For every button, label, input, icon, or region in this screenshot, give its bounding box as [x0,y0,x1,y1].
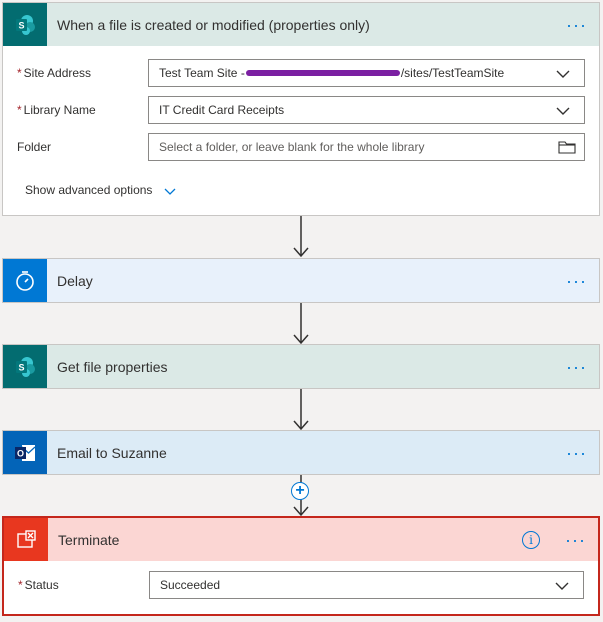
chevron-down-icon [164,188,176,195]
connector-arrow-icon [293,303,309,345]
library-name-value: IT Credit Card Receipts [159,103,285,117]
folder-icon[interactable] [558,140,576,154]
site-address-label: Site Address [23,66,92,80]
more-options-button[interactable]: ··· [566,358,587,376]
email-to-suzanne-title: Email to Suzanne [57,444,167,461]
more-options-button[interactable]: ··· [566,444,587,462]
more-options-button[interactable]: ··· [566,272,587,290]
more-options-button[interactable]: ··· [565,531,586,549]
site-address-prefix: Test Team Site - [159,66,245,80]
trigger-title: When a file is created or modified (prop… [57,16,370,33]
site-address-suffix: /sites/TestTeamSite [400,66,505,80]
terminate-title: Terminate [58,531,120,548]
sharepoint-icon: S [3,3,47,46]
timer-icon [3,259,47,302]
status-row: * Status Succeeded [4,568,598,605]
folder-label: Folder [17,140,52,154]
sharepoint-icon: S [3,345,47,388]
svg-text:O: O [17,448,24,458]
library-name-row: * Library Name IT Credit Card Receipts [3,93,599,130]
trigger-card: S When a file is created or modified (pr… [2,2,600,216]
show-advanced-options-label: Show advanced options [25,183,153,197]
chevron-down-icon[interactable] [556,67,570,81]
delay-card[interactable]: Delay ··· [2,258,600,303]
chevron-down-icon[interactable] [555,579,569,593]
connector-arrow-icon [293,216,309,258]
delay-title: Delay [57,272,93,289]
terminate-card: Terminate i ··· * Status Succeeded [2,516,600,616]
terminate-header[interactable]: Terminate i ··· [4,518,598,561]
outlook-icon: O [3,431,47,474]
redacted-url [245,70,400,76]
more-options-button[interactable]: ··· [566,16,587,34]
folder-row: Folder Select a folder, or leave blank f… [3,130,599,167]
chevron-down-icon[interactable] [556,104,570,118]
folder-placeholder: Select a folder, or leave blank for the … [159,140,425,154]
email-to-suzanne-card[interactable]: O Email to Suzanne ··· [2,430,600,475]
terminate-icon [4,518,48,561]
info-icon[interactable]: i [522,530,540,549]
trigger-header[interactable]: S When a file is created or modified (pr… [3,3,599,46]
library-name-dropdown[interactable]: IT Credit Card Receipts [148,96,585,124]
status-value: Succeeded [160,578,221,592]
site-address-dropdown[interactable]: Test Team Site - /sites/TestTeamSite [148,59,585,87]
svg-text:S: S [18,20,24,30]
site-address-row: * Site Address Test Team Site - /sites/Te… [3,56,599,93]
get-file-properties-title: Get file properties [57,358,168,375]
library-name-label: Library Name [23,103,96,117]
connector-arrow-icon [293,389,309,431]
svg-text:S: S [18,362,24,372]
insert-step-button[interactable]: + [291,482,309,500]
status-label: Status [24,578,59,592]
get-file-properties-card[interactable]: S Get file properties ··· [2,344,600,389]
show-advanced-options-link[interactable]: Show advanced options [25,183,176,197]
folder-input[interactable]: Select a folder, or leave blank for the … [148,133,585,161]
status-dropdown[interactable]: Succeeded [149,571,584,599]
